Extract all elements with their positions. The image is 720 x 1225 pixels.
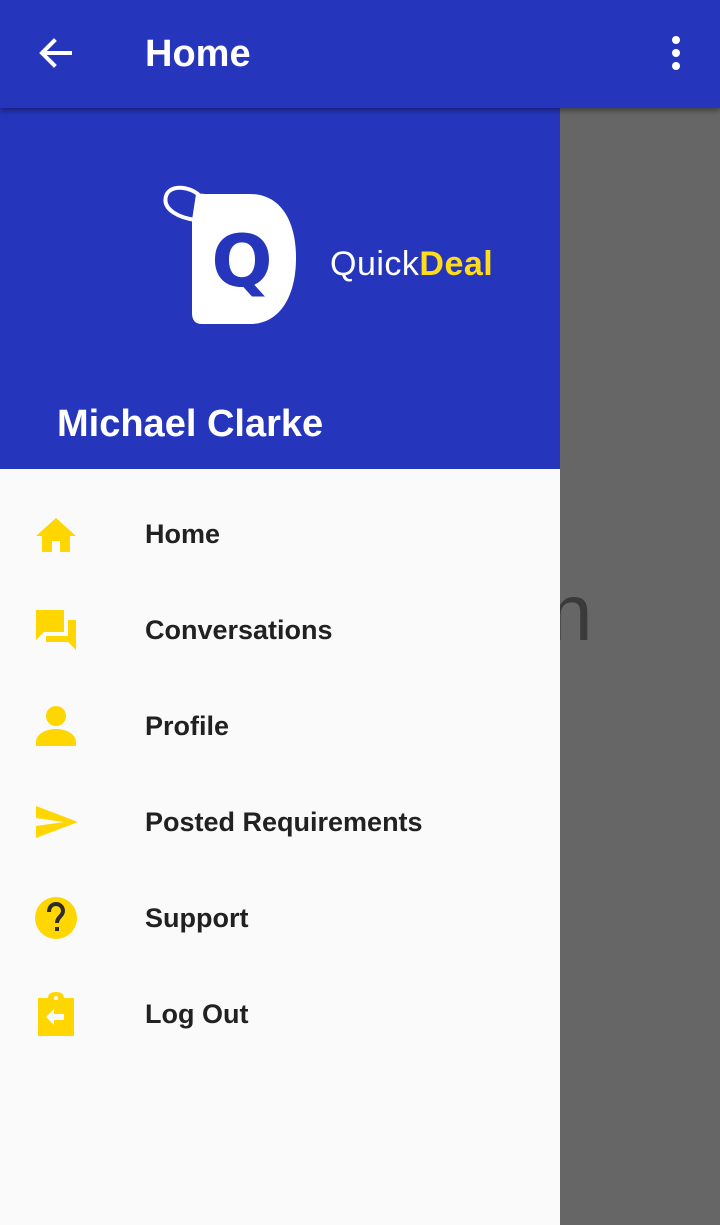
menu-item-label: Home	[145, 519, 221, 549]
menu-item-label: Conversations	[145, 615, 333, 645]
drawer-menu: Home Conversations Profile Posted Requir…	[0, 486, 560, 1062]
logo-letter: Q	[211, 219, 272, 303]
menu-item-support[interactable]: Support	[0, 870, 560, 966]
page-title: Home	[145, 33, 251, 75]
menu-item-label: Log Out	[145, 999, 249, 1029]
home-icon	[36, 518, 76, 552]
brand-name-light: Quick	[330, 245, 420, 283]
back-button[interactable]	[30, 30, 80, 76]
navigation-drawer: Q QuickDeal Michael Clarke Home Conversa…	[0, 108, 560, 1225]
person-icon	[36, 706, 76, 746]
menu-item-profile[interactable]: Profile	[0, 678, 560, 774]
logout-clipboard-icon	[38, 992, 74, 1036]
drawer-scrim[interactable]: n	[560, 108, 720, 1225]
arrow-back-icon	[39, 38, 72, 68]
brand-name-bold: Deal	[419, 245, 494, 283]
app-bar: Home	[0, 0, 720, 108]
menu-item-label: Support	[145, 903, 249, 933]
menu-item-posted-requirements[interactable]: Posted Requirements	[0, 774, 560, 870]
quickdeal-logo-icon: Q	[163, 185, 296, 324]
menu-item-log-out[interactable]: Log Out	[0, 966, 560, 1062]
background-content-text: n	[560, 568, 593, 657]
overflow-menu-button[interactable]	[660, 30, 694, 76]
menu-item-conversations[interactable]: Conversations	[0, 582, 560, 678]
send-icon	[36, 806, 78, 838]
brand-wordmark: QuickDeal	[330, 244, 493, 284]
menu-item-label: Posted Requirements	[145, 807, 423, 837]
drawer-header: Q QuickDeal Michael Clarke	[0, 108, 560, 469]
menu-item-home[interactable]: Home	[0, 486, 560, 582]
forum-icon	[36, 610, 76, 650]
menu-item-label: Profile	[145, 711, 230, 741]
help-icon	[35, 897, 77, 939]
user-name: Michael Clarke	[57, 403, 324, 445]
more-vert-icon	[672, 36, 680, 70]
